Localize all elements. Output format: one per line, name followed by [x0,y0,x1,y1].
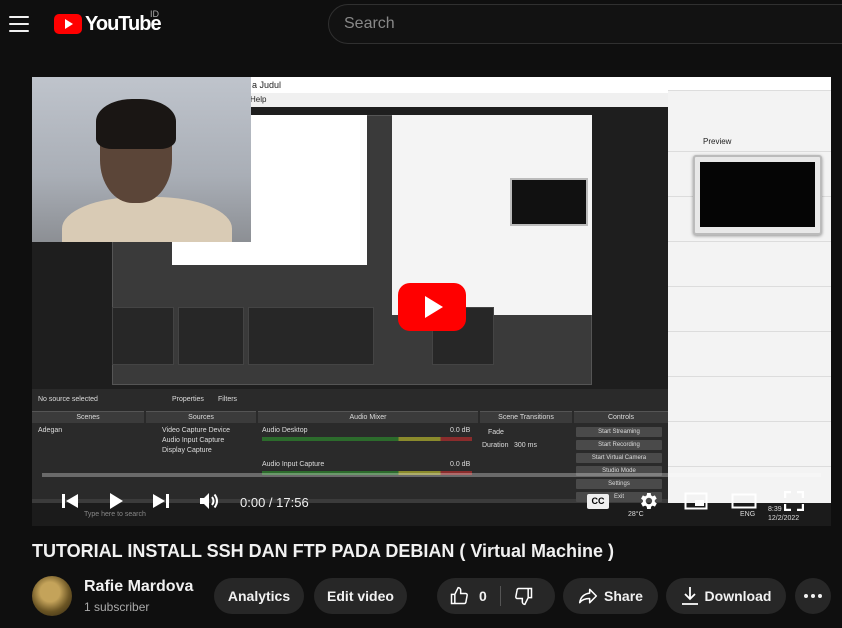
like-button[interactable]: 0 [449,578,487,614]
masthead: YouTube ID [0,0,842,48]
large-play-button[interactable] [398,283,466,331]
analytics-label: Analytics [227,588,291,604]
like-divider [500,586,501,606]
edit-video-label: Edit video [327,588,394,604]
host-window [668,77,831,526]
share-label: Share [604,588,643,604]
transition-select: Fade [488,429,504,436]
theater-mode-icon[interactable] [730,487,758,515]
properties-button: Properties [172,396,204,403]
transitions-header: Scene Transitions [480,411,572,423]
preview-window [693,155,822,235]
webcam-person-hair [96,99,176,149]
audio-meter [262,437,472,441]
nested-mixer-pane [248,307,374,365]
filters-button: Filters [218,396,238,403]
menu-icon[interactable] [7,12,31,36]
mixer-input-label: Audio Input Capture [262,461,325,468]
thumbs-down-icon [515,587,533,606]
player-controls: 0:00 / 17:56 CC [32,481,831,521]
webcam-overlay [32,77,251,242]
play-icon[interactable] [102,487,130,515]
search-input[interactable] [344,15,842,33]
host-window-titlebar [668,77,831,91]
duration-label: Duration [482,442,509,449]
nested-preview [510,178,588,226]
controls-header: Controls [574,411,668,423]
mixer-header: Audio Mixer [258,411,478,423]
download-label: Download [704,588,772,604]
youtube-logo[interactable]: YouTube ID [54,9,162,36]
nested-sources-pane [178,307,244,365]
start-virtual-camera-button: Start Virtual Camera [576,453,662,463]
previous-icon[interactable] [56,487,84,515]
start-streaming-button: Start Streaming [576,427,662,437]
search-box[interactable] [328,4,842,44]
channel-name[interactable]: Rafie Mardova [84,578,193,596]
thumbs-up-icon [450,586,468,605]
like-count: 0 [479,588,487,604]
captions-button[interactable]: CC [584,487,612,515]
mixer-db: 0.0 dB [450,461,471,468]
more-actions-icon[interactable] [795,578,831,614]
channel-avatar[interactable] [32,576,72,616]
nested-scenes-pane [112,307,174,365]
like-dislike-group: 0 [437,578,555,614]
preview-label: Preview [703,137,732,146]
download-button[interactable]: Download [666,578,786,614]
video-title: TUTORIAL INSTALL SSH DAN FTP PADA DEBIAN… [32,541,615,561]
miniplayer-icon[interactable] [682,487,710,515]
analytics-button[interactable]: Analytics [214,578,304,614]
preview-screen [700,162,815,227]
webcam-person-shoulders [62,197,232,242]
sources-header: Sources [146,411,256,423]
time-display: 0:00 / 17:56 [240,495,309,510]
duration-value: 300 ms [514,442,537,449]
mixer-desktop-label: Audio Desktop [262,427,308,434]
youtube-play-icon [54,14,82,34]
share-button[interactable]: Share [563,578,658,614]
volume-icon[interactable] [196,487,224,515]
video-player[interactable]: Preview a Judul Help No source selected … [32,77,831,526]
start-recording-button: Start Recording [576,440,662,450]
scenes-header: Scenes [32,411,144,423]
country-code: ID [150,9,159,19]
next-icon[interactable] [147,487,175,515]
download-icon [681,587,698,605]
no-source-label: No source selected [38,396,98,403]
mixer-db: 0.0 dB [450,427,471,434]
cc-icon: CC [587,493,609,509]
scene-item: Adegan [38,427,63,434]
source-item: Display Capture [162,447,212,454]
fullscreen-icon[interactable] [780,487,808,515]
share-icon [578,588,598,604]
source-item: Video Capture Device [162,427,230,434]
dislike-button[interactable] [514,578,534,614]
settings-icon[interactable] [634,487,662,515]
subscriber-count: 1 subscriber [84,600,150,614]
progress-bar[interactable] [42,473,821,477]
edit-video-button[interactable]: Edit video [314,578,407,614]
source-item: Audio Input Capture [162,437,225,444]
